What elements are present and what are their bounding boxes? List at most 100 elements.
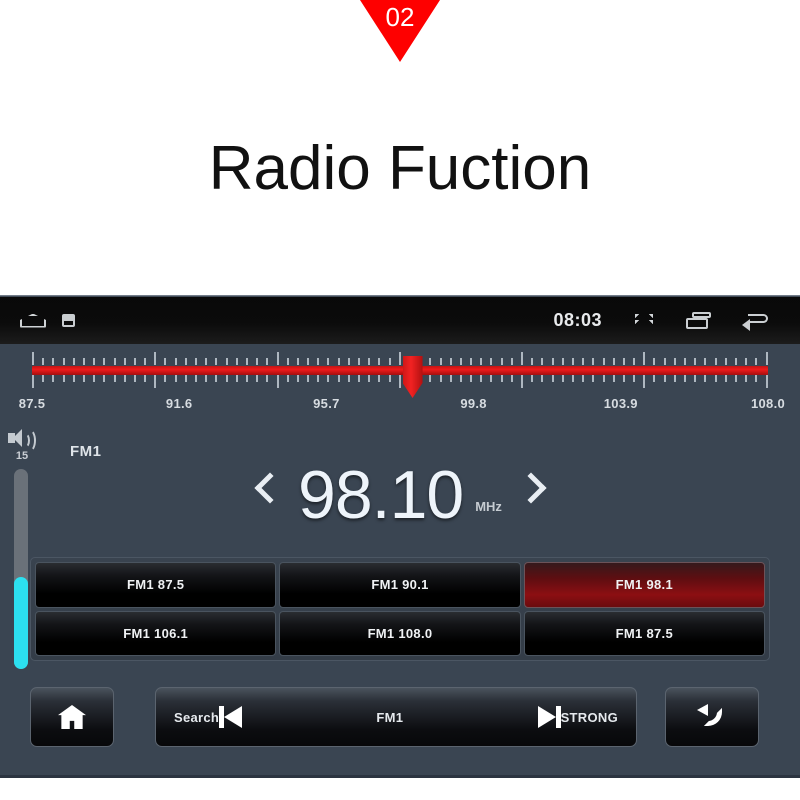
tick-mark [673, 375, 676, 382]
tick-mark [470, 358, 473, 365]
tick-mark [205, 375, 208, 382]
tick-mark [235, 375, 238, 382]
tick-mark [347, 375, 350, 382]
preset-button[interactable]: FM1 87.5 [523, 610, 765, 656]
scale-label: 95.7 [313, 396, 340, 411]
frequency-value: 98.10 [298, 457, 464, 533]
tick-mark [602, 358, 605, 365]
tick-mark [347, 358, 350, 365]
back-arrow-icon[interactable] [742, 312, 770, 331]
tick-mark [144, 358, 147, 365]
tick-mark [337, 375, 340, 382]
tick-mark [317, 375, 320, 382]
tick-mark [276, 375, 279, 388]
tuning-marker[interactable] [402, 356, 423, 398]
tick-mark [510, 375, 513, 382]
tuning-scale[interactable]: 87.5 91.6 95.7 99.8 103.9 108.0 [0, 350, 800, 422]
tick-mark [113, 375, 116, 382]
home-button[interactable] [30, 687, 114, 747]
tick-mark [307, 358, 310, 365]
tick-mark [724, 358, 727, 365]
preset-grid: FM1 87.5 FM1 90.1 FM1 98.1 FM1 106.1 FM1 108… [30, 557, 770, 661]
tick-mark [734, 358, 737, 365]
tick-mark [195, 375, 197, 382]
return-button[interactable] [665, 687, 759, 747]
home-outline-icon[interactable] [20, 314, 46, 328]
band-button[interactable]: FM1 [376, 710, 403, 725]
scale-label: 103.9 [603, 396, 638, 411]
tick-mark [286, 375, 289, 382]
tick-mark [714, 358, 717, 365]
transport-bar: Search FM1 STRONG [155, 687, 637, 747]
tick-mark [633, 358, 636, 365]
search-button[interactable]: Search [174, 710, 219, 725]
tick-mark [704, 358, 707, 365]
tick-mark [694, 375, 697, 382]
tick-mark [470, 375, 473, 382]
tick-mark [734, 375, 737, 382]
car-stereo-screen: 08:03 87.5 91.6 95.7 99.8 103.9 108.0 15 FM1 … [0, 295, 800, 778]
tick-mark [439, 358, 442, 365]
tick-mark [62, 358, 65, 365]
preset-button[interactable]: FM1 98.1 [523, 562, 765, 608]
tick-mark [358, 358, 360, 365]
signal-strength-button[interactable]: STRONG [561, 710, 618, 725]
chevron-right-icon[interactable] [515, 469, 547, 521]
tick-mark [103, 358, 106, 365]
tick-mark [398, 375, 401, 388]
tick-mark [266, 358, 269, 365]
tick-mark [133, 358, 136, 365]
tick-mark [429, 358, 432, 365]
home-solid-icon [58, 705, 86, 729]
tick-mark [368, 375, 371, 382]
tick-mark [174, 358, 177, 365]
tick-mark [449, 358, 452, 365]
tick-mark [184, 375, 187, 382]
tick-mark [174, 375, 177, 382]
tick-mark [72, 375, 75, 382]
tick-mark [296, 358, 299, 365]
chevron-up-icon[interactable] [632, 311, 656, 331]
tick-mark [561, 358, 564, 365]
return-arrow-icon [697, 704, 727, 730]
tick-mark [215, 375, 218, 382]
next-track-icon[interactable] [535, 706, 561, 728]
previous-track-icon[interactable] [219, 706, 245, 728]
tick-mark [164, 375, 167, 382]
tick-mark [225, 375, 228, 382]
preset-button[interactable]: FM1 90.1 [279, 562, 521, 608]
tick-mark [684, 358, 686, 365]
tick-mark [123, 375, 126, 382]
chevron-left-icon[interactable] [254, 469, 286, 521]
tick-mark [439, 375, 442, 382]
status-bar: 08:03 [0, 297, 800, 344]
tick-mark [388, 358, 391, 365]
tick-mark [32, 352, 34, 365]
tick-mark [745, 358, 748, 365]
step-number: 02 [385, 2, 415, 32]
preset-button[interactable]: FM1 106.1 [35, 610, 277, 656]
scale-label: 99.8 [460, 396, 487, 411]
tick-mark [245, 375, 248, 382]
tick-mark [765, 352, 768, 365]
tick-mark [755, 358, 758, 365]
speaker-icon[interactable] [8, 429, 36, 452]
recents-icon[interactable] [686, 311, 712, 330]
preset-button[interactable]: FM1 87.5 [35, 562, 277, 608]
tick-mark [500, 375, 503, 382]
tick-mark [531, 375, 534, 382]
tick-mark [256, 358, 259, 365]
tick-mark [541, 375, 544, 382]
tick-mark [113, 358, 116, 365]
tick-mark [164, 358, 167, 365]
tick-mark [154, 375, 157, 388]
tick-mark [215, 358, 218, 365]
tick-mark [521, 352, 523, 365]
tick-mark [93, 375, 96, 382]
preset-button[interactable]: FM1 108.0 [279, 610, 521, 656]
tick-mark [673, 358, 676, 365]
scale-labels: 87.5 91.6 95.7 99.8 103.9 108.0 [0, 396, 800, 418]
notification-icon[interactable] [62, 314, 75, 327]
tick-mark [684, 375, 686, 382]
tick-mark [245, 358, 248, 365]
